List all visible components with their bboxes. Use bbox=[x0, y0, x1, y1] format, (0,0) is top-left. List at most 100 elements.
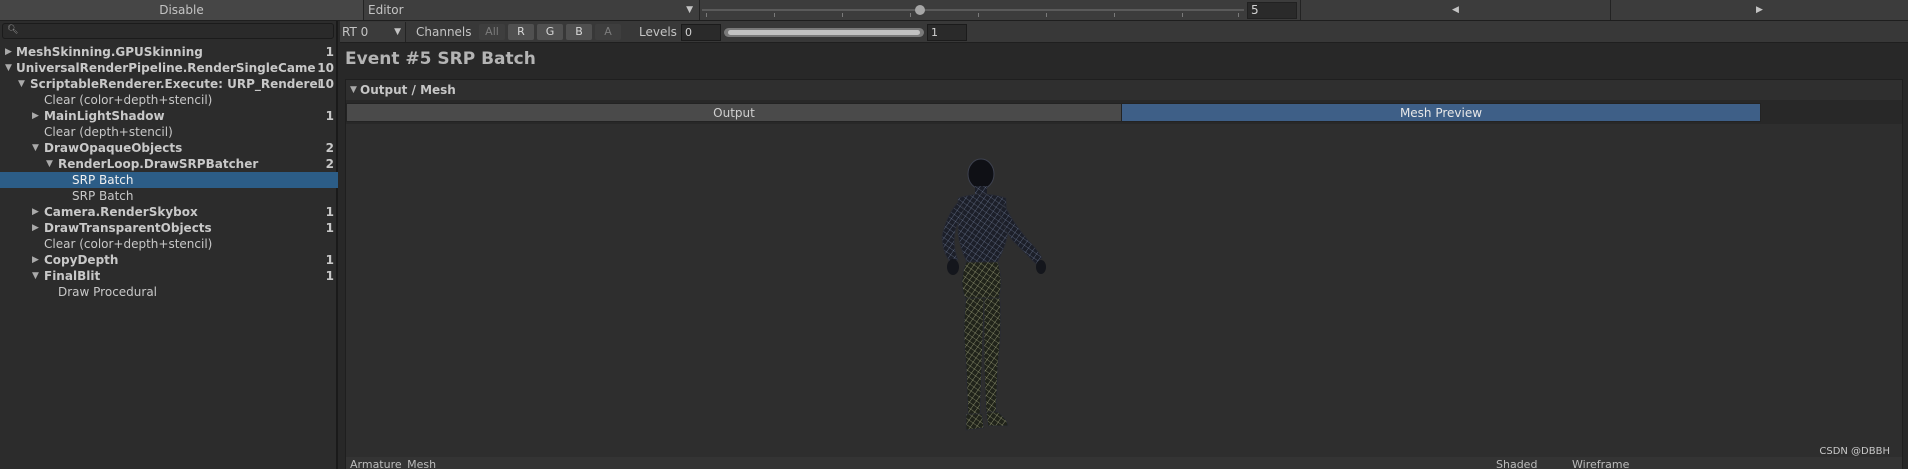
mesh-preview-bottom-bar: Armature_Mesh Shaded Wireframe bbox=[346, 457, 1902, 469]
collapse-arrow-icon[interactable]: ▼ bbox=[46, 156, 56, 172]
tree-row-label: Clear (color+depth+stencil) bbox=[44, 237, 213, 251]
event-number-field[interactable]: 5 bbox=[1247, 2, 1297, 19]
tree-row-label: Camera.RenderSkybox bbox=[44, 205, 198, 219]
render-target-value: RT 0 bbox=[342, 25, 369, 39]
channel-b-button[interactable]: B bbox=[566, 24, 592, 40]
triangle-left-icon: ◀ bbox=[1452, 5, 1459, 15]
expand-arrow-icon[interactable]: ▶ bbox=[5, 44, 15, 60]
slider-tick bbox=[1114, 13, 1115, 17]
levels-min-field[interactable]: 0 bbox=[681, 24, 721, 41]
collapse-arrow-icon[interactable]: ▼ bbox=[350, 80, 357, 100]
slider-track bbox=[702, 9, 1244, 11]
mesh-name-dropdown[interactable]: Armature_Mesh bbox=[350, 459, 436, 469]
slider-tick bbox=[842, 13, 843, 17]
tree-row-label: UniversalRenderPipeline.RenderSingleCame… bbox=[16, 61, 316, 75]
slider-tick bbox=[706, 13, 707, 17]
tree-row-label: MeshSkinning.GPUSkinning bbox=[16, 45, 203, 59]
tree-row[interactable]: ▼ ScriptableRenderer.Execute: URP_Render… bbox=[0, 76, 338, 92]
tree-row-label: FinalBlit bbox=[44, 269, 101, 283]
channel-r-button[interactable]: R bbox=[508, 24, 534, 40]
tree-row[interactable]: ▶ MainLightShadow 1 bbox=[0, 108, 338, 124]
tree-row-count: 1 bbox=[325, 221, 334, 235]
event-details-panel: RT 0 ▼ Channels All R G B A Levels 0 1 E… bbox=[340, 21, 1908, 469]
channels-label: Channels bbox=[416, 25, 472, 39]
expand-arrow-icon[interactable]: ▶ bbox=[32, 252, 42, 268]
slider-tick bbox=[774, 13, 775, 17]
tree-row-count: 10 bbox=[317, 77, 334, 91]
channel-g-button[interactable]: G bbox=[537, 24, 563, 40]
top-toolbar: Disable Editor ▼ 5 ◀ ▶ bbox=[0, 0, 1908, 21]
collapse-arrow-icon[interactable]: ▼ bbox=[32, 268, 42, 284]
tree-row-selected[interactable]: SRP Batch bbox=[0, 172, 338, 188]
tree-row[interactable]: Clear (color+depth+stencil) bbox=[0, 92, 338, 108]
output-mesh-header[interactable]: ▼ Output / Mesh bbox=[346, 80, 1902, 100]
tree-row-label: MainLightShadow bbox=[44, 109, 165, 123]
tree-row-count: 1 bbox=[325, 253, 334, 267]
slider-thumb[interactable] bbox=[915, 5, 925, 15]
chevron-down-icon: ▼ bbox=[394, 27, 401, 37]
tree-row-count: 1 bbox=[325, 205, 334, 219]
mesh-preview-viewport[interactable]: CSDN @DBBH bbox=[346, 124, 1902, 457]
levels-range-slider[interactable] bbox=[724, 28, 924, 37]
tree-row[interactable]: SRP Batch bbox=[0, 188, 338, 204]
tree-row-label: DrawOpaqueObjects bbox=[44, 141, 183, 155]
tree-row-count: 2 bbox=[325, 141, 334, 155]
tab-output[interactable]: Output bbox=[346, 103, 1122, 122]
wireframe-character-mesh bbox=[941, 158, 1046, 431]
levels-range-fill bbox=[728, 30, 920, 35]
tree-row-count: 10 bbox=[317, 61, 334, 75]
chevron-down-icon: ▼ bbox=[686, 5, 693, 15]
tree-row-label: RenderLoop.DrawSRPBatcher bbox=[58, 157, 259, 171]
expand-arrow-icon[interactable]: ▶ bbox=[32, 108, 42, 124]
tree-row[interactable]: ▼ FinalBlit 1 bbox=[0, 268, 338, 284]
tree-row[interactable]: ▶ CopyDepth 1 bbox=[0, 252, 338, 268]
render-target-dropdown[interactable]: RT 0 ▼ bbox=[340, 22, 406, 42]
editor-dropdown[interactable]: Editor ▼ bbox=[364, 0, 700, 20]
tree-row-label: SRP Batch bbox=[72, 189, 134, 203]
tree-row-label: SRP Batch bbox=[72, 173, 134, 187]
tree-row-count: 1 bbox=[325, 45, 334, 59]
tree-row-label: Clear (depth+stencil) bbox=[44, 125, 173, 139]
shading-dropdown[interactable]: Shaded bbox=[1496, 459, 1537, 469]
tab-mesh-preview[interactable]: Mesh Preview bbox=[1121, 103, 1761, 122]
texture-toolbar: RT 0 ▼ Channels All R G B A Levels 0 1 bbox=[340, 21, 1908, 43]
output-mesh-group: ▼ Output / Mesh Output Mesh Preview CSDN… bbox=[345, 79, 1903, 469]
collapse-arrow-icon[interactable]: ▼ bbox=[32, 140, 42, 156]
triangle-right-icon: ▶ bbox=[1756, 5, 1763, 15]
slider-tick bbox=[1182, 13, 1183, 17]
slider-tick bbox=[910, 13, 911, 17]
next-event-button[interactable]: ▶ bbox=[1610, 0, 1908, 20]
tree-row[interactable]: ▼ RenderLoop.DrawSRPBatcher 2 bbox=[0, 156, 338, 172]
tree-row[interactable]: Clear (depth+stencil) bbox=[0, 124, 338, 140]
channel-all-button[interactable]: All bbox=[479, 24, 505, 40]
tree-row[interactable]: ▶ DrawTransparentObjects 1 bbox=[0, 220, 338, 236]
watermark: CSDN @DBBH bbox=[1819, 446, 1890, 457]
event-hierarchy-panel: 🔍︎ ▶ MeshSkinning.GPUSkinning 1 ▼ Univer… bbox=[0, 21, 338, 469]
tree-row[interactable]: ▶ MeshSkinning.GPUSkinning 1 bbox=[0, 44, 338, 60]
disable-button[interactable]: Disable bbox=[0, 0, 364, 20]
channel-a-button[interactable]: A bbox=[595, 24, 621, 40]
tree-row[interactable]: ▼ DrawOpaqueObjects 2 bbox=[0, 140, 338, 156]
previous-event-button[interactable]: ◀ bbox=[1300, 0, 1610, 20]
tree-row[interactable]: Clear (color+depth+stencil) bbox=[0, 236, 338, 252]
collapse-arrow-icon[interactable]: ▼ bbox=[5, 60, 15, 76]
event-tree: ▶ MeshSkinning.GPUSkinning 1 ▼ Universal… bbox=[0, 44, 338, 300]
output-mesh-title: Output / Mesh bbox=[360, 83, 456, 97]
expand-arrow-icon[interactable]: ▶ bbox=[32, 204, 42, 220]
event-title: Event #5 SRP Batch bbox=[345, 49, 536, 69]
expand-arrow-icon[interactable]: ▶ bbox=[32, 220, 42, 236]
tree-row-label: Clear (color+depth+stencil) bbox=[44, 93, 213, 107]
tree-row[interactable]: ▶ Camera.RenderSkybox 1 bbox=[0, 204, 338, 220]
event-slider[interactable] bbox=[702, 0, 1244, 20]
collapse-arrow-icon[interactable]: ▼ bbox=[18, 76, 28, 92]
tree-row[interactable]: ▼ UniversalRenderPipeline.RenderSingleCa… bbox=[0, 60, 338, 76]
tree-row-label: DrawTransparentObjects bbox=[44, 221, 212, 235]
tree-row[interactable]: Draw Procedural bbox=[0, 284, 338, 300]
slider-tick bbox=[978, 13, 979, 17]
levels-max-field[interactable]: 1 bbox=[927, 24, 967, 41]
wireframe-toggle[interactable]: Wireframe bbox=[1572, 459, 1629, 469]
search-icon: 🔍︎ bbox=[7, 25, 19, 35]
editor-dropdown-value: Editor bbox=[368, 3, 404, 17]
search-input[interactable]: 🔍︎ bbox=[2, 23, 334, 39]
slider-tick bbox=[1046, 13, 1047, 17]
